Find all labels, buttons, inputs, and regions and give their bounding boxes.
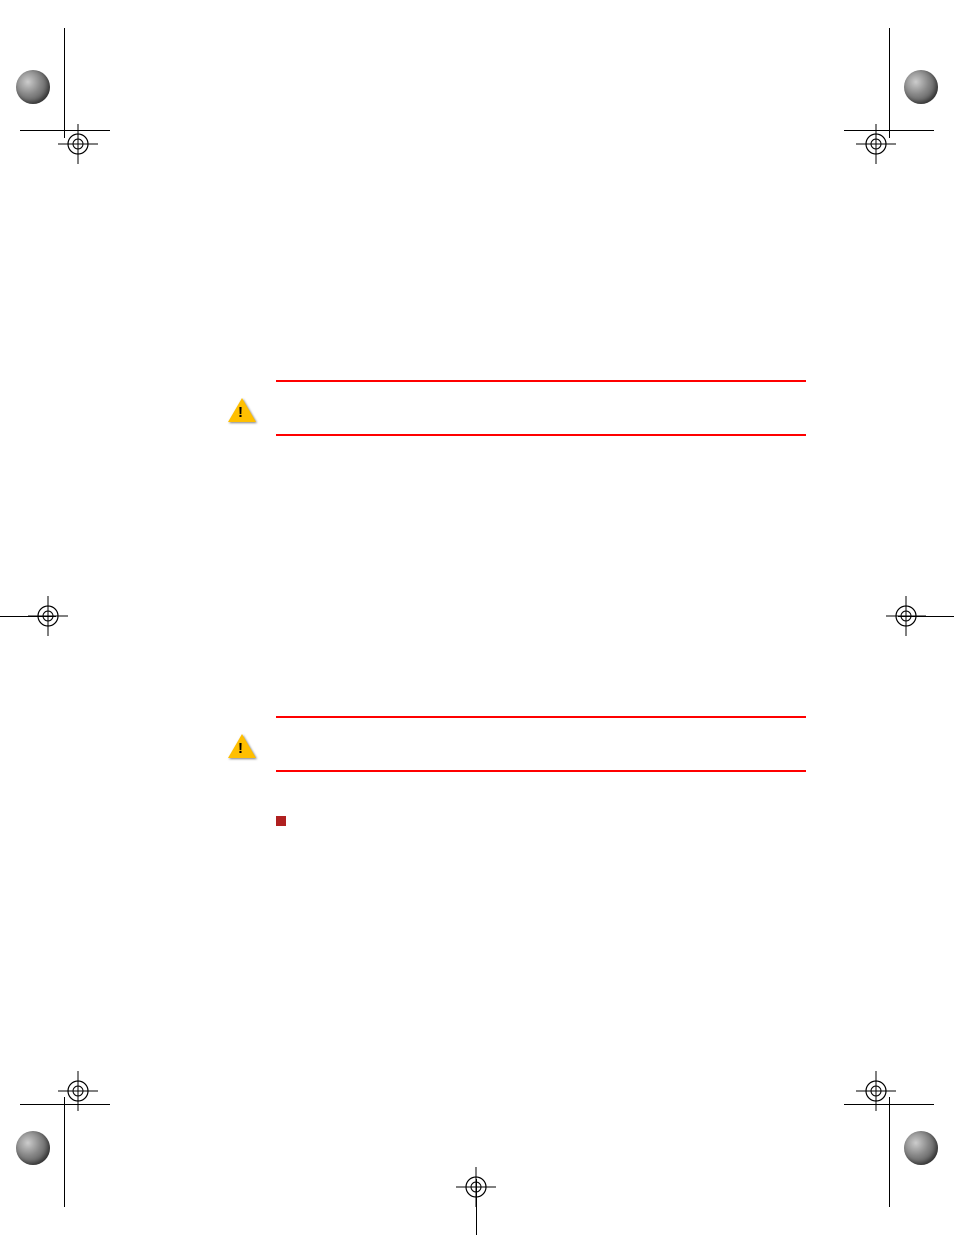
registration-icon <box>58 124 98 164</box>
registration-icon <box>856 1071 896 1111</box>
warning-block <box>228 728 804 788</box>
crop-line <box>889 28 890 138</box>
divider-red <box>276 716 806 718</box>
crop-line <box>64 1097 65 1207</box>
warning-icon <box>228 398 256 426</box>
registration-icon <box>886 596 926 636</box>
halftone-ball-icon <box>16 1131 50 1165</box>
page-content <box>228 380 804 830</box>
registration-icon <box>856 124 896 164</box>
bullet-icon <box>276 816 286 826</box>
registration-icon <box>58 1071 98 1111</box>
halftone-ball-icon <box>16 70 50 104</box>
warning-block <box>228 392 804 452</box>
registration-icon <box>456 1167 496 1207</box>
crop-line <box>889 1097 890 1207</box>
registration-icon <box>28 596 68 636</box>
halftone-ball-icon <box>904 70 938 104</box>
halftone-ball-icon <box>904 1131 938 1165</box>
divider-red <box>276 380 806 382</box>
list-item <box>276 812 804 830</box>
crop-line <box>64 28 65 138</box>
warning-icon <box>228 734 256 762</box>
spacer <box>228 446 804 706</box>
